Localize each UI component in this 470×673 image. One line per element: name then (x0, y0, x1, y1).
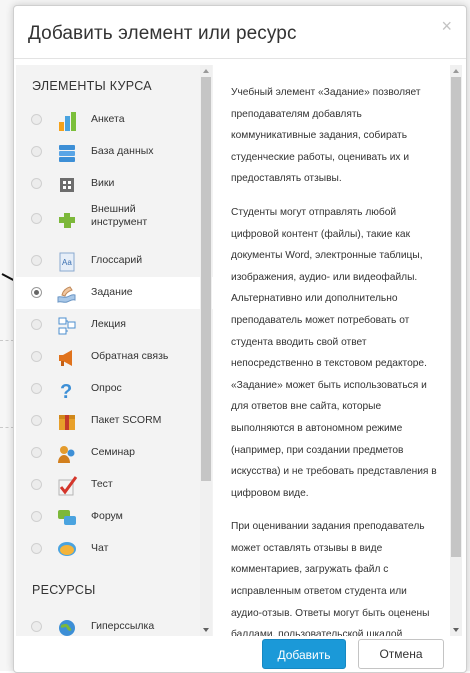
radio-button[interactable] (31, 415, 42, 426)
external-tool-icon (59, 213, 75, 228)
add-activity-dialog: Добавить элемент или ресурс × ЭЛЕМЕНТЫ К… (13, 5, 467, 673)
svg-text:?: ? (60, 381, 72, 401)
module-item-lesson[interactable]: Лекция (16, 309, 213, 341)
description-paragraph: При оценивании задания преподаватель мож… (231, 521, 430, 636)
module-label: База данных (91, 145, 154, 157)
module-item-choice[interactable]: ? Опрос (16, 373, 213, 405)
module-label: Тест (91, 478, 113, 490)
module-item-assignment[interactable]: Задание (16, 277, 213, 309)
module-label: Внешний инструмент (91, 203, 148, 228)
radio-button[interactable] (31, 178, 42, 189)
cancel-button[interactable]: Отмена (358, 639, 444, 669)
module-label: Семинар (91, 446, 135, 458)
description-scrollbar[interactable] (450, 65, 462, 636)
module-item-url[interactable]: Гиперссылка (16, 611, 213, 636)
close-icon[interactable]: × (441, 16, 452, 37)
module-label: Пакет SCORM (91, 414, 162, 426)
choice-icon: ? (60, 381, 72, 401)
module-item-forum[interactable]: Форум (16, 501, 213, 533)
radio-button[interactable] (31, 255, 42, 266)
module-item-external-tool[interactable]: Внешний инструмент (16, 200, 213, 238)
radio-button[interactable] (31, 351, 42, 362)
module-item-workshop[interactable]: Семинар (16, 437, 213, 469)
scroll-up-icon[interactable] (203, 69, 209, 73)
scroll-down-icon[interactable] (453, 628, 459, 632)
glossary-icon: Aa (59, 252, 75, 272)
assignment-icon (57, 286, 76, 303)
module-list[interactable]: ЭЛЕМЕНТЫ КУРСА Анкета База данных Вики В… (16, 65, 213, 636)
module-item-wiki[interactable]: Вики (16, 168, 213, 200)
forum-icon (58, 510, 76, 525)
module-list-scrollbar[interactable] (200, 65, 212, 636)
module-item-database[interactable]: База данных (16, 136, 213, 168)
module-item-feedback[interactable]: Обратная связь (16, 341, 213, 373)
module-label: Анкета (91, 113, 125, 125)
module-item-quiz[interactable]: Тест (16, 469, 213, 501)
url-icon (59, 620, 75, 636)
module-label: Чат (91, 542, 109, 554)
workshop-icon (58, 446, 75, 463)
description-paragraph: Студенты могут отправлять любой цифровой… (231, 206, 437, 499)
quiz-icon (58, 476, 78, 496)
module-item-scorm[interactable]: Пакет SCORM (16, 405, 213, 437)
dialog-header: Добавить элемент или ресурс × (14, 6, 466, 59)
add-button[interactable]: Добавить (262, 639, 346, 669)
scroll-down-icon[interactable] (203, 628, 209, 632)
radio-button[interactable] (31, 543, 42, 554)
radio-button[interactable] (31, 511, 42, 522)
scorm-icon (59, 415, 75, 430)
radio-button[interactable] (31, 287, 42, 298)
module-label: Задание (91, 286, 133, 298)
module-description: Учебный элемент «Задание» позволяет преп… (231, 65, 453, 636)
scroll-up-icon[interactable] (453, 69, 459, 73)
radio-button[interactable] (31, 114, 42, 125)
module-item-survey[interactable]: Анкета (16, 104, 213, 136)
chat-icon (58, 542, 76, 556)
radio-button[interactable] (31, 479, 42, 490)
radio-button[interactable] (31, 447, 42, 458)
background-divider (0, 340, 14, 341)
feedback-icon (59, 350, 72, 366)
radio-button[interactable] (31, 383, 42, 394)
module-label: Гиперссылка (91, 620, 155, 632)
radio-button[interactable] (31, 621, 42, 632)
lesson-icon (58, 317, 76, 335)
module-item-chat[interactable]: Чат (16, 533, 213, 565)
module-label: Лекция (91, 318, 126, 330)
radio-button[interactable] (31, 146, 42, 157)
section-header-resources: РЕСУРСЫ (32, 583, 96, 597)
module-label: Опрос (91, 382, 122, 394)
module-item-glossary[interactable]: Aa Глоссарий (16, 245, 213, 277)
wiki-icon (60, 178, 74, 192)
section-header-activities: ЭЛЕМЕНТЫ КУРСА (32, 79, 152, 93)
scroll-thumb[interactable] (201, 77, 211, 481)
radio-button[interactable] (31, 213, 42, 224)
description-paragraph: Учебный элемент «Задание» позволяет преп… (231, 87, 421, 185)
module-label: Вики (91, 177, 115, 189)
svg-text:Aa: Aa (62, 258, 72, 267)
module-label: Глоссарий (91, 254, 143, 266)
database-icon (59, 145, 75, 162)
module-label: Форум (91, 510, 123, 522)
module-label: Обратная связь (91, 350, 169, 362)
background-divider (0, 427, 14, 428)
radio-button[interactable] (31, 319, 42, 330)
dialog-title: Добавить элемент или ресурс (28, 23, 297, 44)
scroll-thumb[interactable] (451, 77, 461, 557)
survey-icon (59, 112, 76, 131)
